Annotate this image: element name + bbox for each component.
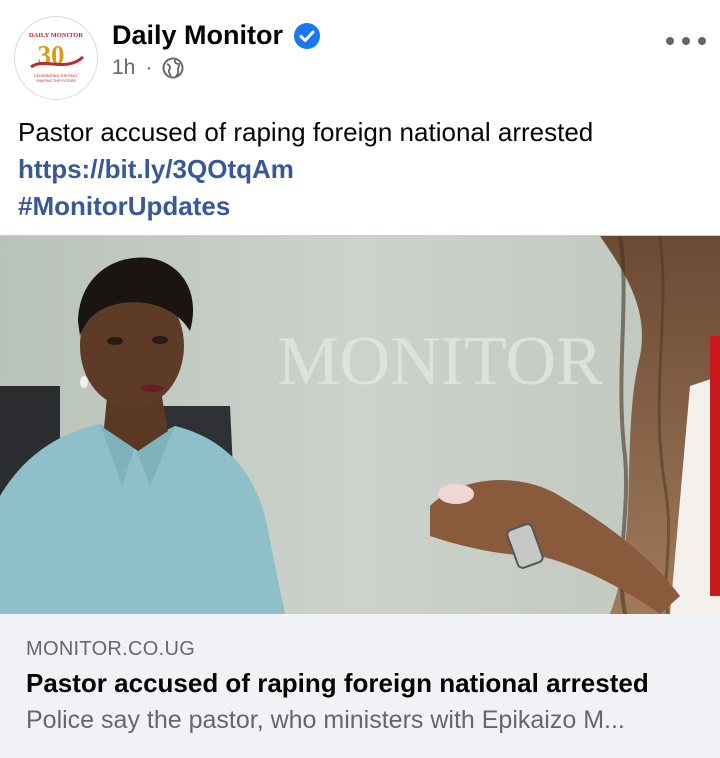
post-body: Pastor accused of raping foreign nationa… bbox=[18, 114, 708, 225]
globe-icon bbox=[162, 57, 184, 79]
more-options-icon[interactable] bbox=[666, 26, 706, 56]
page-name-link[interactable]: Daily Monitor bbox=[112, 20, 283, 51]
post-timestamp[interactable]: 1h bbox=[112, 56, 135, 80]
link-headline: Pastor accused of raping foreign nationa… bbox=[26, 668, 649, 698]
link-description: Police say the pastor, who ministers wit… bbox=[26, 706, 625, 734]
news-photo: MONITOR bbox=[0, 236, 720, 614]
daily-monitor-logo: DAILY MONITOR 30 CELEBRATING THE PAST, S… bbox=[15, 17, 97, 99]
meta-separator: · bbox=[145, 56, 153, 79]
post-text: Pastor accused of raping foreign nationa… bbox=[18, 117, 594, 147]
logo-tagline-2: SHAPING THE FUTURE bbox=[36, 79, 76, 83]
logo-brand: DAILY MONITOR bbox=[29, 32, 83, 39]
link-preview-card[interactable]: MONITOR.CO.UG Pastor accused of raping f… bbox=[0, 614, 720, 758]
page-name-row: Daily Monitor bbox=[112, 20, 321, 51]
post-meta: 1h · bbox=[112, 56, 184, 80]
page-avatar[interactable]: DAILY MONITOR 30 CELEBRATING THE PAST, S… bbox=[14, 16, 98, 100]
post-image[interactable]: MONITOR bbox=[0, 235, 720, 615]
post-hashtag[interactable]: #MonitorUpdates bbox=[18, 188, 708, 225]
more-dot bbox=[682, 37, 690, 45]
more-dot bbox=[666, 37, 674, 45]
post-link[interactable]: https://bit.ly/3QOtqAm bbox=[18, 151, 708, 188]
link-domain: MONITOR.CO.UG bbox=[26, 638, 196, 660]
logo-tagline-1: CELEBRATING THE PAST, bbox=[34, 74, 78, 78]
more-dot bbox=[698, 37, 706, 45]
verified-badge-icon bbox=[293, 22, 321, 50]
image-watermark: MONITOR bbox=[277, 323, 603, 400]
post-header: DAILY MONITOR 30 CELEBRATING THE PAST, S… bbox=[0, 0, 720, 110]
